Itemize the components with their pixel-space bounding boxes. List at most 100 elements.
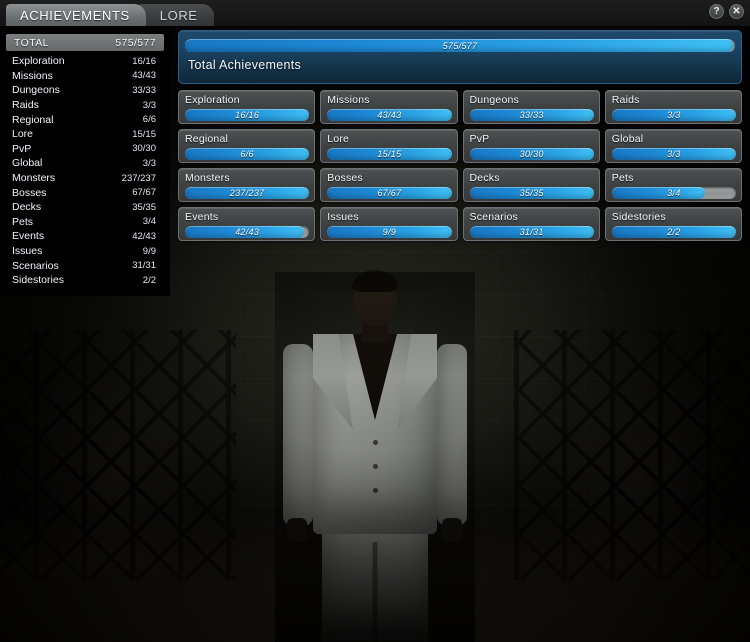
tile-progress-text: 43/43 bbox=[377, 110, 402, 120]
sidebar-item-label: Issues bbox=[12, 245, 43, 258]
sidebar-item-global[interactable]: Global 3/3 bbox=[6, 156, 164, 171]
total-achievements-title: Total Achievements bbox=[188, 58, 302, 72]
tab-bar: ACHIEVEMENTS LORE bbox=[6, 4, 214, 26]
tile-missions[interactable]: Missions 43/43 bbox=[320, 90, 458, 124]
tile-regional[interactable]: Regional 6/6 bbox=[178, 129, 316, 163]
total-achievements-card: 575/577 Total Achievements bbox=[178, 30, 742, 84]
sidebar-item-label: Monsters bbox=[12, 172, 56, 185]
sidebar-item-label: Scenarios bbox=[12, 259, 59, 272]
lattice-gate-left bbox=[0, 330, 236, 580]
category-sidebar: TOTAL 575/577 Exploration 16/16 Missions… bbox=[0, 26, 170, 296]
tile-bosses[interactable]: Bosses 67/67 bbox=[320, 168, 458, 202]
sidebar-item-value: 237/237 bbox=[121, 172, 156, 184]
tile-label: PvP bbox=[469, 133, 490, 145]
character-hair bbox=[352, 270, 398, 292]
sidebar-item-value: 3/4 bbox=[142, 216, 156, 228]
tab-lore[interactable]: LORE bbox=[137, 4, 214, 26]
tile-progress-text: 3/3 bbox=[667, 110, 681, 120]
tile-exploration[interactable]: Exploration 16/16 bbox=[178, 90, 316, 124]
sidebar-item-label: Global bbox=[12, 157, 43, 170]
tile-label: Raids bbox=[611, 94, 640, 106]
sidebar-item-value: 9/9 bbox=[142, 245, 156, 257]
tab-achievements[interactable]: ACHIEVEMENTS bbox=[6, 4, 146, 26]
sidebar-item-value: 6/6 bbox=[142, 114, 156, 126]
tile-progress-text: 237/237 bbox=[229, 188, 265, 198]
tile-decks[interactable]: Decks 35/35 bbox=[462, 168, 600, 202]
tile-label: Sidestories bbox=[611, 211, 666, 223]
character-button-3 bbox=[373, 488, 378, 493]
tile-label: Missions bbox=[327, 94, 370, 106]
tile-dungeons[interactable]: Dungeons 33/33 bbox=[462, 90, 600, 124]
sidebar-item-label: Pets bbox=[12, 215, 34, 228]
gate-lattice-left bbox=[0, 330, 236, 580]
sidebar-item-label: Missions bbox=[12, 69, 53, 82]
sidebar-total-label: TOTAL bbox=[14, 36, 49, 49]
window-top-bar: ACHIEVEMENTS LORE ? ✕ bbox=[0, 0, 750, 26]
tile-progress-text: 3/4 bbox=[667, 188, 681, 198]
sidebar-item-missions[interactable]: Missions 43/43 bbox=[6, 69, 164, 84]
sidebar-item-decks[interactable]: Decks 35/35 bbox=[6, 200, 164, 215]
tile-label: Dungeons bbox=[469, 94, 519, 106]
tile-progress-bar: 15/15 bbox=[327, 148, 452, 160]
tile-progress-bar: 3/3 bbox=[611, 109, 736, 121]
tile-label: Exploration bbox=[185, 94, 240, 106]
sidebar-total-value: 575/577 bbox=[115, 36, 156, 49]
sidebar-item-regional[interactable]: Regional 6/6 bbox=[6, 112, 164, 127]
sidebar-item-scenarios[interactable]: Scenarios 31/31 bbox=[6, 258, 164, 273]
game-window: ACHIEVEMENTS LORE ? ✕ TOTAL 575/577 Expl… bbox=[0, 0, 750, 642]
total-progress-bar: 575/577 bbox=[185, 39, 735, 52]
tile-sidestories[interactable]: Sidestories 2/2 bbox=[604, 207, 742, 241]
sidebar-item-lore[interactable]: Lore 15/15 bbox=[6, 127, 164, 142]
tile-progress-bar: 16/16 bbox=[185, 109, 310, 121]
tile-raids[interactable]: Raids 3/3 bbox=[604, 90, 742, 124]
sidebar-item-exploration[interactable]: Exploration 16/16 bbox=[6, 54, 164, 69]
sidebar-item-label: Exploration bbox=[12, 55, 65, 68]
tile-progress-text: 3/3 bbox=[667, 149, 681, 159]
sidebar-item-events[interactable]: Events 42/43 bbox=[6, 229, 164, 244]
lattice-gate-right bbox=[514, 330, 750, 580]
sidebar-item-bosses[interactable]: Bosses 67/67 bbox=[6, 185, 164, 200]
achievements-panel: 575/577 Total Achievements Exploration 1… bbox=[170, 30, 750, 241]
tile-monsters[interactable]: Monsters 237/237 bbox=[178, 168, 316, 202]
sidebar-item-label: PvP bbox=[12, 142, 32, 155]
tile-progress-bar: 33/33 bbox=[469, 109, 594, 121]
character-leg-split bbox=[372, 542, 378, 642]
tile-progress-bar: 9/9 bbox=[327, 226, 452, 238]
sidebar-item-label: Lore bbox=[12, 128, 34, 141]
tile-label: Decks bbox=[469, 172, 500, 184]
sidebar-item-label: Regional bbox=[12, 113, 54, 126]
tile-progress-bar: 3/4 bbox=[611, 187, 736, 199]
tile-progress-text: 2/2 bbox=[667, 227, 681, 237]
sidebar-item-value: 16/16 bbox=[132, 55, 156, 67]
tile-pets[interactable]: Pets 3/4 bbox=[604, 168, 742, 202]
sidebar-item-value: 35/35 bbox=[132, 201, 156, 213]
sidebar-item-value: 3/3 bbox=[142, 99, 156, 111]
sidebar-item-label: Events bbox=[12, 230, 45, 243]
sidebar-total-row[interactable]: TOTAL 575/577 bbox=[6, 34, 164, 51]
sidebar-item-value: 3/3 bbox=[142, 157, 156, 169]
tile-global[interactable]: Global 3/3 bbox=[604, 129, 742, 163]
tile-progress-text: 33/33 bbox=[519, 110, 544, 120]
tile-progress-text: 9/9 bbox=[382, 227, 397, 237]
help-icon[interactable]: ? bbox=[709, 4, 724, 19]
sidebar-item-monsters[interactable]: Monsters 237/237 bbox=[6, 171, 164, 186]
sidebar-item-raids[interactable]: Raids 3/3 bbox=[6, 98, 164, 113]
close-icon[interactable]: ✕ bbox=[729, 4, 744, 19]
sidebar-item-sidestories[interactable]: Sidestories 2/2 bbox=[6, 273, 164, 288]
tile-events[interactable]: Events 42/43 bbox=[178, 207, 316, 241]
tile-scenarios[interactable]: Scenarios 31/31 bbox=[462, 207, 600, 241]
window-controls: ? ✕ bbox=[709, 4, 744, 19]
sidebar-item-dungeons[interactable]: Dungeons 33/33 bbox=[6, 83, 164, 98]
sidebar-item-pets[interactable]: Pets 3/4 bbox=[6, 215, 164, 230]
sidebar-item-value: 43/43 bbox=[132, 70, 156, 82]
sidebar-item-issues[interactable]: Issues 9/9 bbox=[6, 244, 164, 259]
tile-pvp[interactable]: PvP 30/30 bbox=[462, 129, 600, 163]
sidebar-item-label: Raids bbox=[12, 99, 39, 112]
tile-lore[interactable]: Lore 15/15 bbox=[320, 129, 458, 163]
sidebar-item-value: 30/30 bbox=[132, 143, 156, 155]
tile-progress-text: 35/35 bbox=[519, 188, 544, 198]
tile-issues[interactable]: Issues 9/9 bbox=[320, 207, 458, 241]
character-button-2 bbox=[373, 464, 378, 469]
tile-progress-text: 67/67 bbox=[377, 188, 402, 198]
sidebar-item-pvp[interactable]: PvP 30/30 bbox=[6, 142, 164, 157]
